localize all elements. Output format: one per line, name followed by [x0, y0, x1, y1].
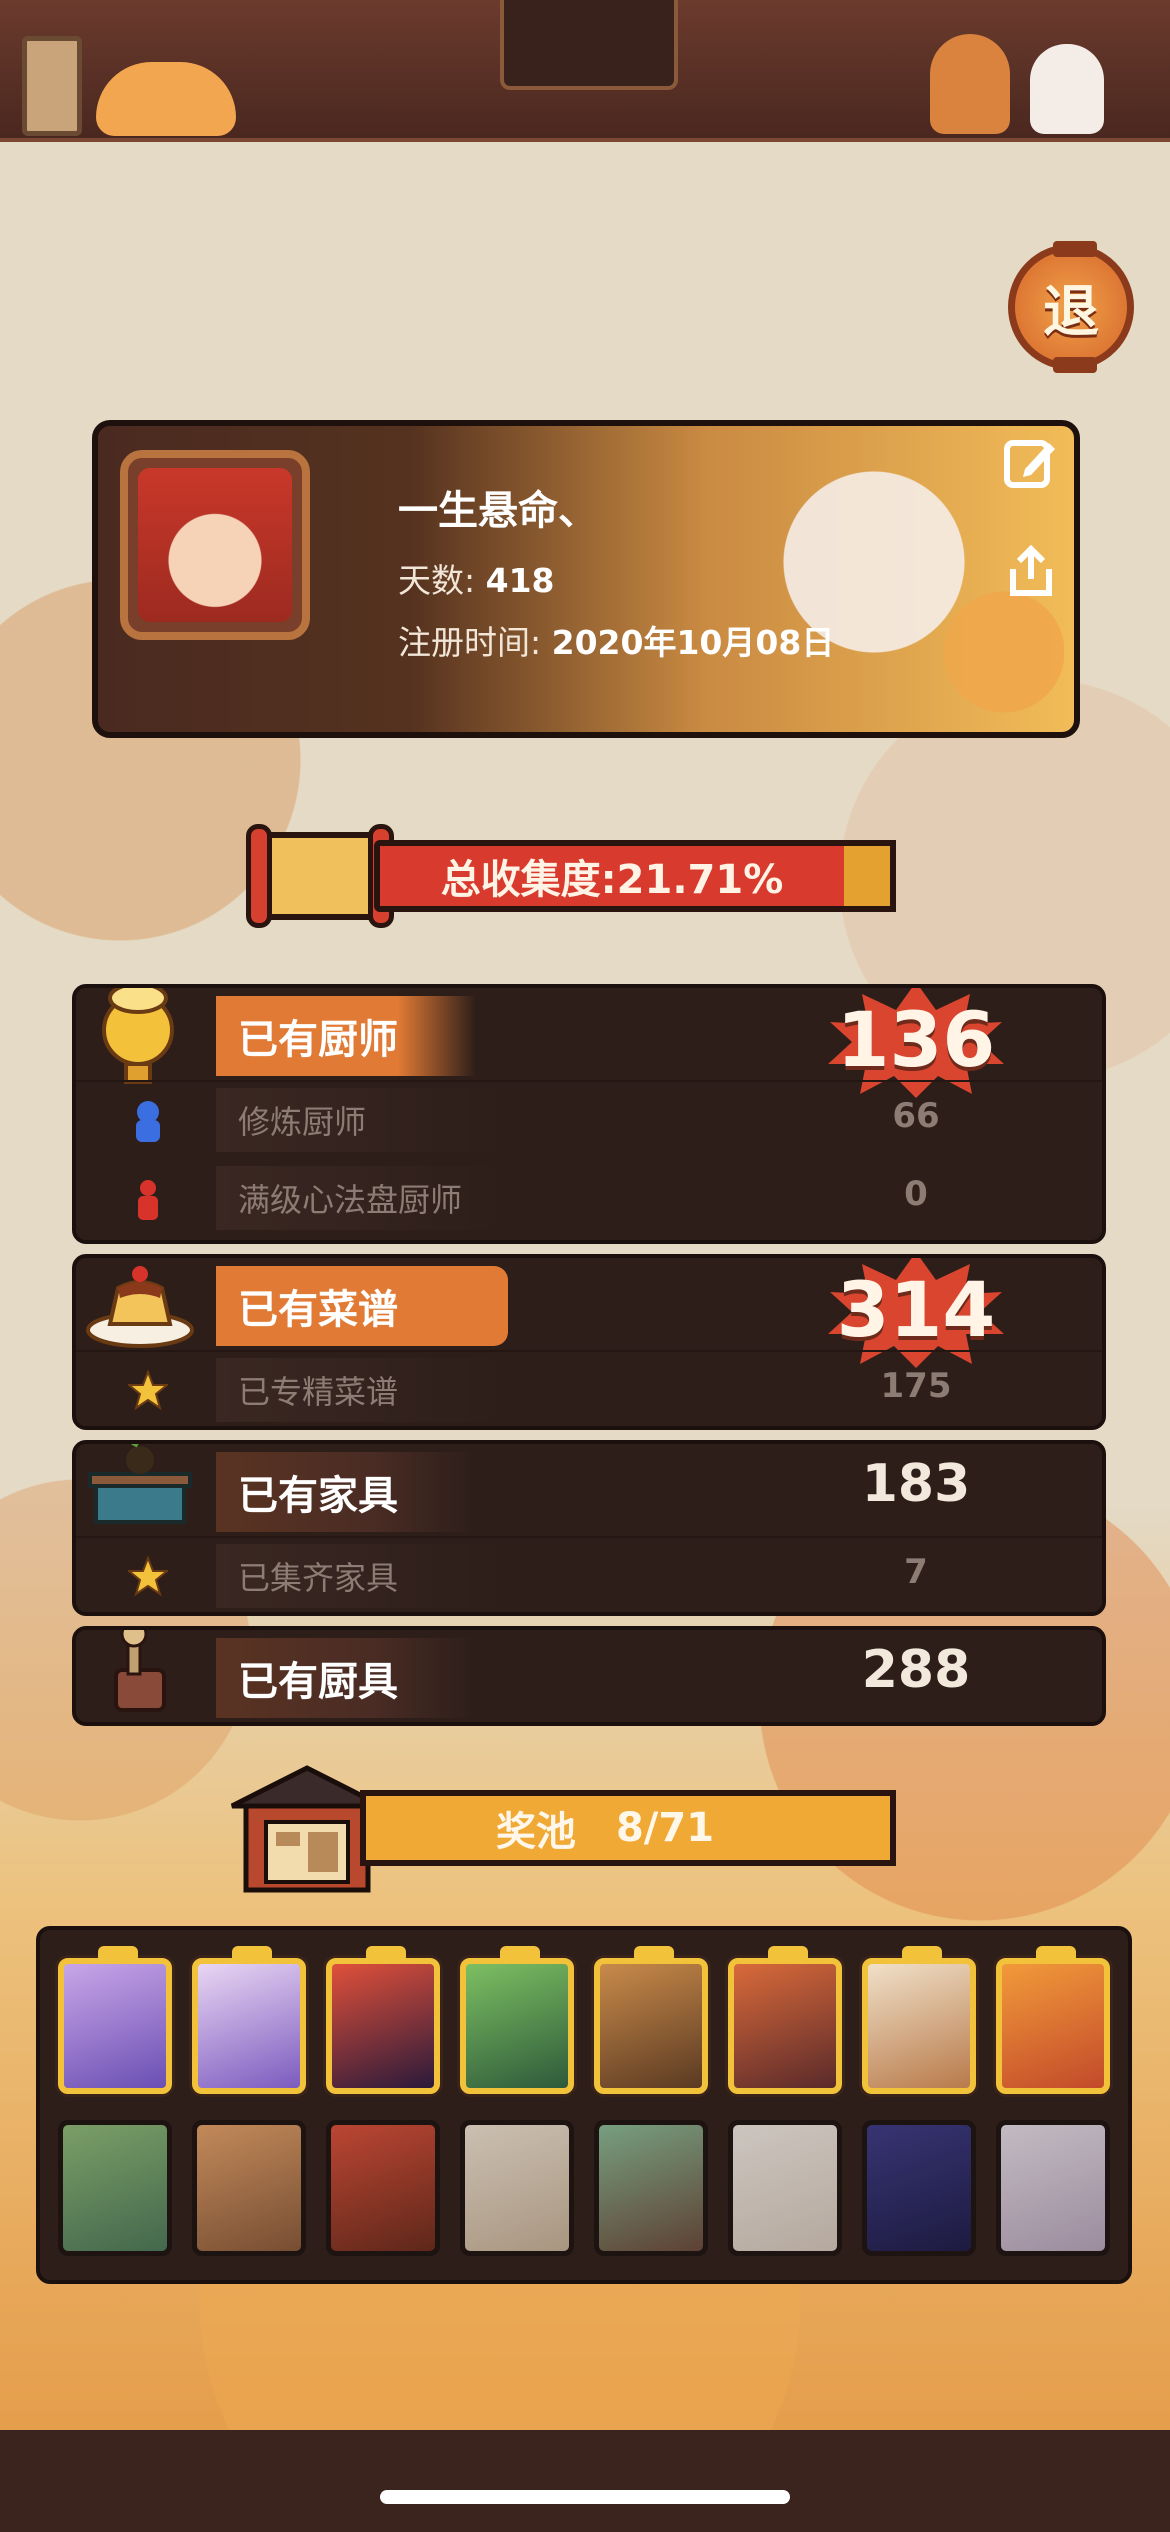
pool-card[interactable]	[460, 1946, 574, 2094]
edit-icon[interactable]	[996, 428, 1066, 498]
sub-label: 满级心法盘厨师	[216, 1166, 516, 1230]
prize-pool-grid	[36, 1926, 1132, 2284]
pool-card-locked[interactable]	[192, 2120, 306, 2256]
banner-tail	[842, 1790, 896, 1866]
golden-chef-icon	[102, 988, 174, 1084]
sub-label: 已专精菜谱	[216, 1358, 516, 1422]
recipes-sub-row: 已专精菜谱 175	[76, 1350, 1102, 1426]
pool-card-locked[interactable]	[58, 2120, 172, 2256]
pool-card[interactable]	[58, 1946, 172, 2094]
chefs-row: 已有厨师 136	[76, 988, 1102, 1098]
register-value: 2020年10月08日	[551, 623, 835, 662]
utensils-panel[interactable]: 已有厨具 288	[72, 1626, 1106, 1726]
pool-card-locked[interactable]	[460, 2120, 574, 2256]
utensils-value: 288	[861, 1640, 971, 1700]
home-indicator[interactable]	[380, 2490, 790, 2504]
utensils-label: 已有厨具	[216, 1638, 476, 1718]
cat-decoration	[96, 62, 236, 136]
share-icon[interactable]	[996, 536, 1066, 606]
furniture-icon	[88, 1444, 192, 1524]
furniture-sub-row: 已集齐家具 7	[76, 1536, 1102, 1612]
utensils-icon	[114, 1630, 166, 1712]
chefs-sub-row: 满级心法盘厨师 0	[76, 1160, 1102, 1238]
avatar[interactable]	[120, 450, 310, 640]
pool-card-locked[interactable]	[594, 2120, 708, 2256]
player-name: 一生悬命、	[398, 488, 598, 534]
total-collection-banner: 总收集度:21.71%	[240, 820, 906, 932]
days-stat: 天数: 418	[398, 554, 555, 602]
recipes-label: 已有菜谱	[216, 1266, 508, 1346]
lantern-bottom-cap	[1053, 357, 1097, 373]
prize-pool-count: 8/71	[615, 1805, 715, 1851]
exit-button[interactable]: 退	[1008, 241, 1134, 373]
recipes-value: 314	[836, 1264, 996, 1354]
register-label: 注册时间:	[398, 623, 542, 662]
register-date: 注册时间: 2020年10月08日	[398, 616, 834, 664]
pool-card[interactable]	[326, 1946, 440, 2094]
sub-value: 7	[904, 1552, 928, 1592]
pudding-icon	[86, 1266, 194, 1348]
bottom-bar	[0, 2430, 1170, 2532]
pool-card-locked[interactable]	[326, 2120, 440, 2256]
recipes-row: 已有菜谱 314	[76, 1258, 1102, 1368]
white-cat-decoration	[1030, 44, 1104, 134]
chefs-label: 已有厨师	[216, 996, 476, 1076]
furniture-row: 已有家具 183	[76, 1444, 1102, 1536]
pool-card-locked[interactable]	[728, 2120, 842, 2256]
portrait-frame-decoration	[500, 0, 678, 90]
profile-card: 一生悬命、 天数: 418 注册时间: 2020年10月08日	[92, 420, 1080, 738]
pool-card-locked[interactable]	[996, 2120, 1110, 2256]
prize-pool-bar: 奖池 8/71	[360, 1790, 850, 1866]
chefs-sub-row: 修炼厨师 66	[76, 1080, 1102, 1160]
total-collection-label: 总收集度:21.71%	[374, 840, 850, 912]
utensils-row: 已有厨具 288	[76, 1630, 1102, 1722]
pool-card[interactable]	[862, 1946, 976, 2094]
banner-tail	[844, 840, 896, 912]
days-label: 天数:	[398, 561, 476, 600]
red-figure-icon	[138, 1180, 158, 1220]
sub-label: 已集齐家具	[216, 1544, 516, 1608]
furniture-label: 已有家具	[216, 1452, 476, 1532]
top-decoration-bar	[0, 0, 1170, 142]
hanging-scroll-decoration	[22, 36, 82, 136]
chefs-panel[interactable]: 已有厨师 136 修炼厨师 66 满级心法盘厨师 0	[72, 984, 1106, 1244]
sub-value: 175	[880, 1366, 952, 1406]
exit-label: 退	[1043, 279, 1099, 345]
pool-card[interactable]	[728, 1946, 842, 2094]
pool-card[interactable]	[996, 1946, 1110, 2094]
pool-card[interactable]	[192, 1946, 306, 2094]
pool-card[interactable]	[594, 1946, 708, 2094]
sub-label: 修炼厨师	[216, 1088, 516, 1152]
days-value: 418	[485, 561, 555, 600]
lantern-top-cap	[1053, 241, 1097, 257]
furniture-value: 183	[861, 1454, 971, 1514]
recipes-panel[interactable]: 已有菜谱 314 已专精菜谱 175	[72, 1254, 1106, 1430]
pool-card-locked[interactable]	[862, 2120, 976, 2256]
sub-value: 0	[904, 1174, 928, 1214]
avatar-image	[138, 468, 292, 622]
sub-value: 66	[892, 1096, 940, 1136]
chef-character-decoration	[930, 34, 1010, 134]
chefs-value: 136	[836, 994, 996, 1084]
blue-figure-icon	[136, 1101, 160, 1142]
prize-pool-label: 奖池	[495, 1809, 576, 1855]
furniture-panel[interactable]: 已有家具 183 已集齐家具 7	[72, 1440, 1106, 1616]
star-icon	[128, 1555, 168, 1597]
star-icon	[128, 1369, 168, 1411]
prize-pool-banner[interactable]: 奖池 8/71	[222, 1760, 902, 1900]
